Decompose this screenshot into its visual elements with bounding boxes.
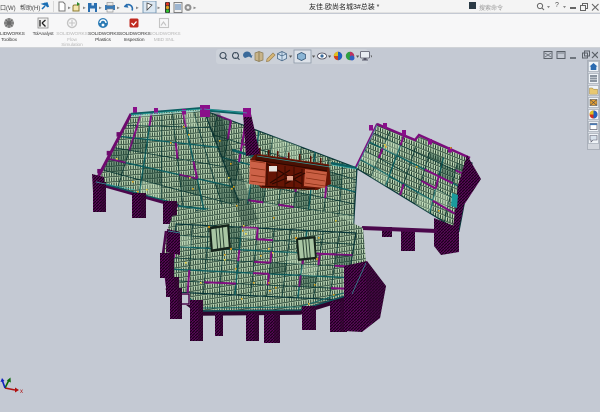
svg-text:x: x [20,389,23,395]
